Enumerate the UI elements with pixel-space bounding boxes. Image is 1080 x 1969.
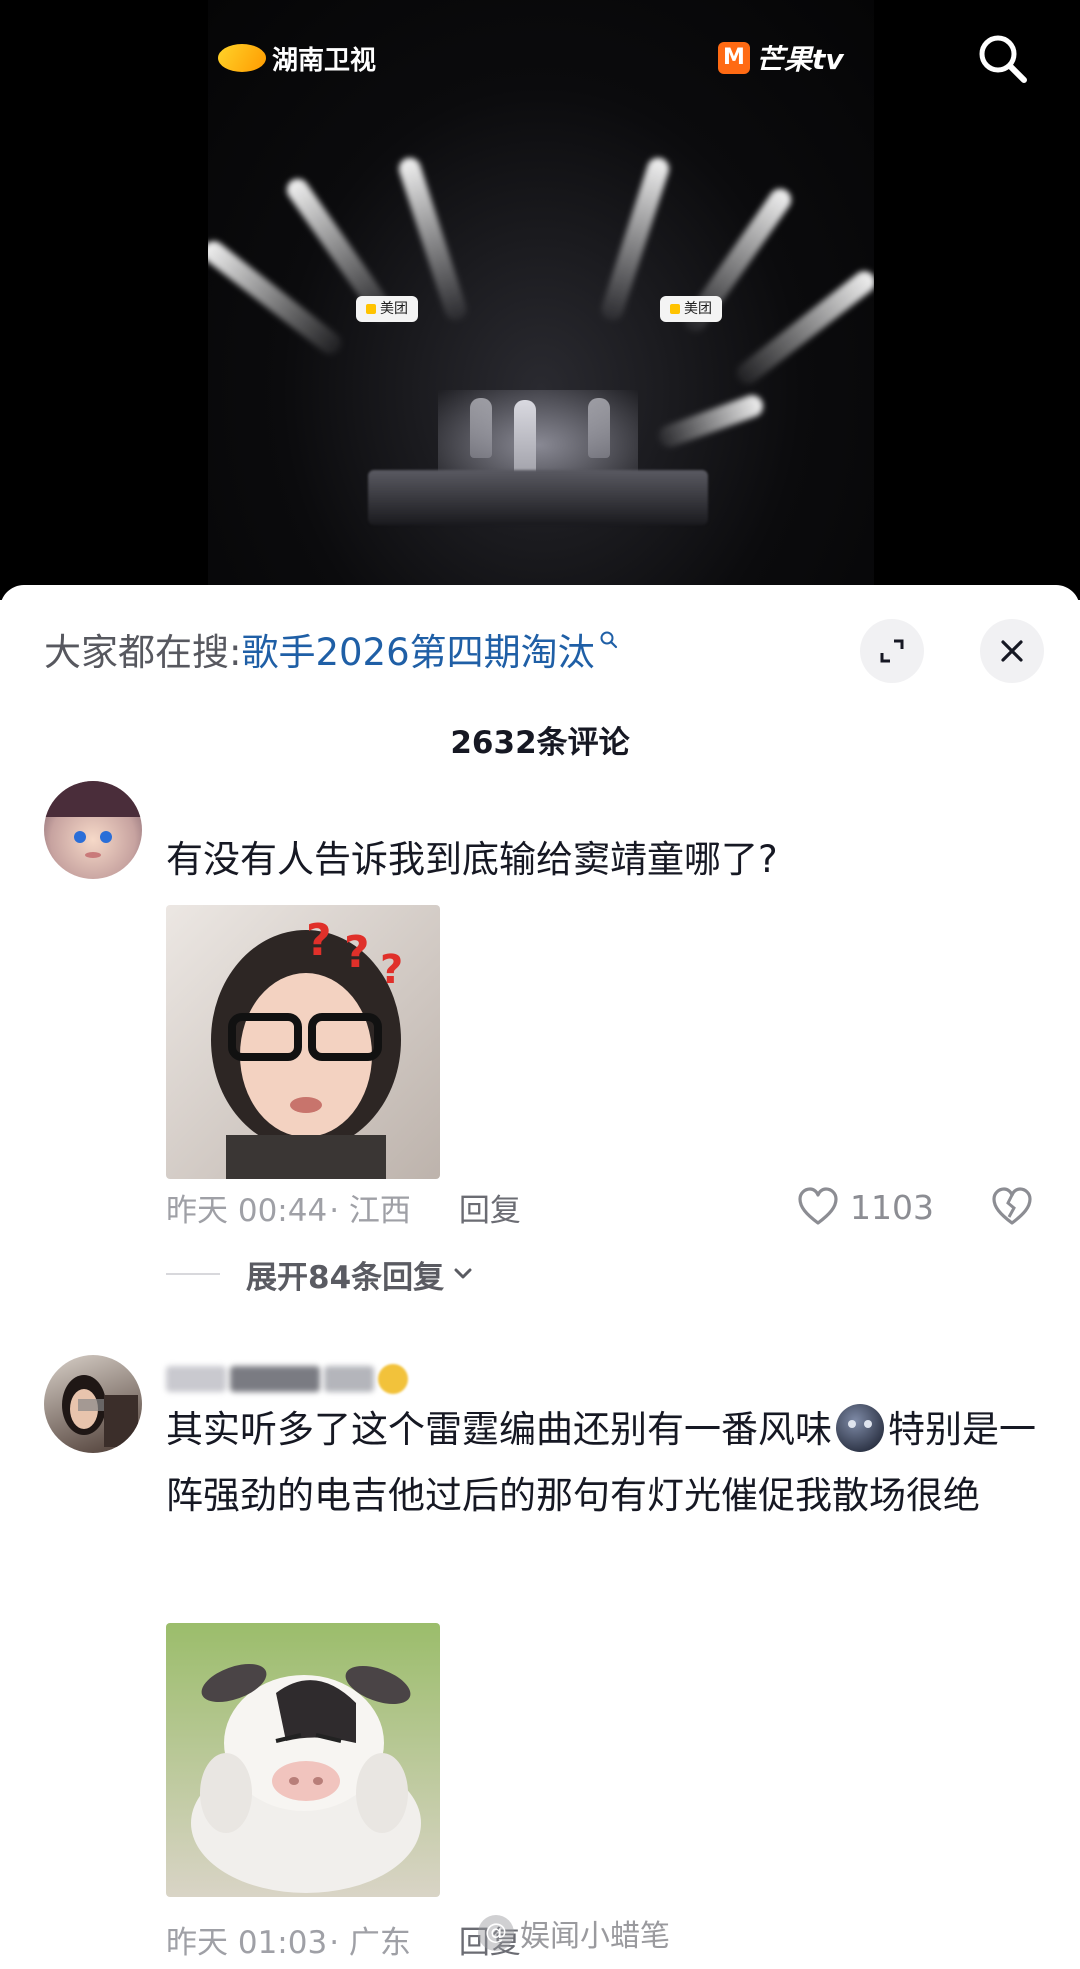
comment-time: 昨天 01:03 [166,1924,328,1961]
comment-sticker[interactable] [166,1623,440,1897]
expand-replies-button[interactable]: 展开84条回复 [166,1249,476,1299]
comment-text-part: 其实听多了这个雷霆编曲还别有一番风味 [166,1408,832,1451]
stage [368,470,708,525]
light-beam [208,236,346,359]
sponsor-tag: 美团 [660,296,722,322]
svg-text:?: ? [380,947,403,993]
comment-sheet: 大家都在搜: 歌手2026第四期淘汰 2632条评论 有没有人告诉我到底输给窦靖… [0,585,1080,1969]
video-frame: 美团 美团 [208,0,874,600]
comment-count: 2632条评论 [450,725,630,761]
search-icon [979,35,1027,83]
comment-location: · 广东 [329,1924,411,1961]
blurred-text [324,1366,374,1392]
comment-text: 有没有人告诉我到底输给窦靖童哪了? [166,838,778,881]
comment-sticker[interactable]: ? ? ? [166,905,440,1179]
watermark-text: 娱闻小蜡笔 [520,1919,670,1954]
watermark: @ 娱闻小蜡笔 [478,1908,670,1958]
search-suggestion-prefix: 大家都在搜: [44,631,242,674]
frustrated-cow-sticker-image [191,1663,421,1893]
hunan-tv-logo-text: 湖南卫视 [272,45,377,76]
blurred-text [166,1366,226,1392]
comment-time: 昨天 00:44 [166,1192,328,1229]
confused-woman-sticker-image: ? ? ? [211,915,403,1179]
blurred-text [230,1366,320,1392]
comment-text: 其实听多了这个雷霆编曲还别有一番风味 特别是一阵强劲的电吉他过后的那句有灯光催促我… [166,1397,1046,1529]
mango-tv-logo: M 芒果tv [718,36,844,80]
avatar[interactable] [44,781,142,879]
performer [588,398,610,458]
expand-icon [880,639,904,663]
svg-text:?: ? [306,915,332,966]
reply-button[interactable]: 回复 [459,1185,521,1230]
expand-replies-label: 展开84条回复 [246,1259,445,1296]
sponsor-tag: 美团 [356,296,418,322]
like-button[interactable]: 1103 [796,1179,934,1235]
heart-icon [798,1187,838,1225]
username-blurred[interactable] [166,1357,408,1401]
mango-tv-mark-icon: M [718,42,750,74]
avatar-image [44,781,142,858]
hunan-tv-mark-icon [218,44,266,72]
search-button[interactable] [970,26,1034,90]
performer [470,398,492,458]
avatar-image [62,1375,138,1447]
dislike-button[interactable] [990,1185,1034,1229]
like-count: 1103 [850,1187,934,1227]
divider-line [166,1273,220,1275]
light-beam [655,392,767,451]
expand-button[interactable] [860,619,924,683]
comment-meta: 昨天 00:44 · 江西 回复 1103 [166,1179,1046,1235]
moon-emoji-icon [836,1404,884,1452]
video-player[interactable]: 美团 美团 湖南卫视 M 芒果tv [0,0,1080,600]
mango-tv-logo-text: 芒果tv [756,43,844,76]
emoji-icon [378,1364,408,1394]
search-suggestion-query[interactable]: 歌手2026第四期淘汰 [241,622,594,676]
search-suggestion[interactable]: 大家都在搜: 歌手2026第四期淘汰 [44,621,619,677]
weibo-at-icon: @ [478,1915,514,1951]
close-icon [1001,640,1023,662]
svg-text:?: ? [344,927,370,978]
hunan-tv-logo: 湖南卫视 [218,36,376,80]
broken-heart-icon [992,1187,1032,1225]
mini-search-icon [600,631,617,649]
close-button[interactable] [980,619,1044,683]
chevron-down-icon [454,1268,472,1279]
light-beam [732,266,874,389]
avatar[interactable] [44,1355,142,1453]
comment-location: · 江西 [329,1192,411,1229]
